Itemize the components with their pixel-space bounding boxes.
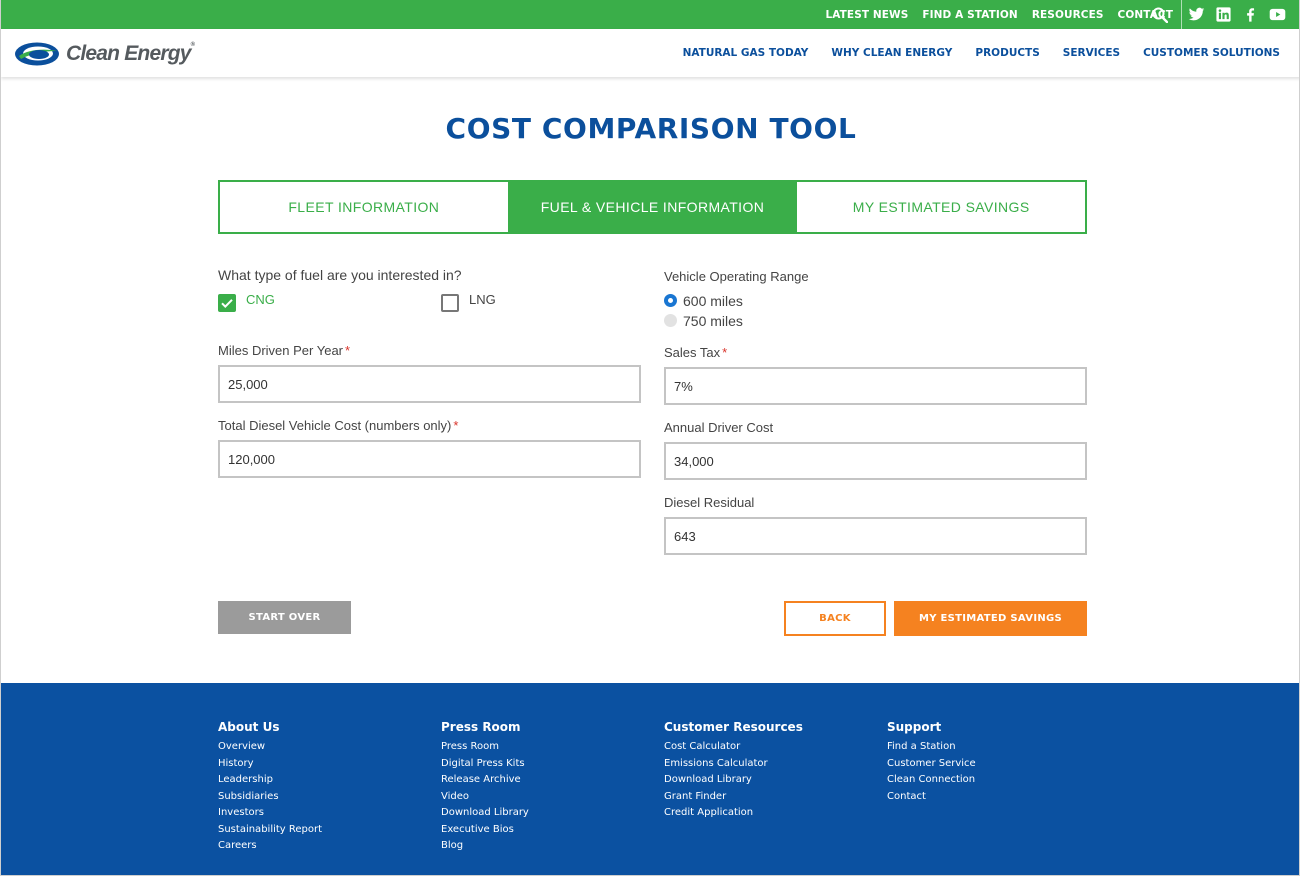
footer-link[interactable]: History <box>218 756 322 773</box>
page: LATEST NEWS FIND A STATION RESOURCES CON… <box>0 0 1300 876</box>
site-footer: About Us Overview History Leadership Sub… <box>1 683 1299 875</box>
cng-label: CNG <box>246 292 275 307</box>
range-750-radio[interactable] <box>664 314 677 327</box>
fuel-type-question: What type of fuel are you interested in? <box>218 267 462 283</box>
driver-cost-label: Annual Driver Cost <box>664 420 774 435</box>
nav-products[interactable]: PRODUCTS <box>975 47 1039 59</box>
range-600-radio[interactable] <box>664 294 677 307</box>
main-nav: NATURAL GAS TODAY WHY CLEAN ENERGY PRODU… <box>660 29 1280 77</box>
checkmark-icon <box>221 299 233 309</box>
footer-link[interactable]: Contact <box>887 789 976 806</box>
footer-col-support: Support Find a Station Customer Service … <box>887 720 976 805</box>
find-a-station-link[interactable]: FIND A STATION <box>922 9 1017 21</box>
utility-links: LATEST NEWS FIND A STATION RESOURCES CON… <box>811 0 1173 29</box>
range-600-label: 600 miles <box>683 293 743 309</box>
operating-range-label: Vehicle Operating Range <box>664 269 809 284</box>
utility-bar: LATEST NEWS FIND A STATION RESOURCES CON… <box>1 0 1299 29</box>
footer-heading-customer-resources: Customer Resources <box>664 720 803 734</box>
my-estimated-savings-button[interactable]: MY ESTIMATED SAVINGS <box>894 601 1087 636</box>
latest-news-link[interactable]: LATEST NEWS <box>825 9 908 21</box>
footer-link[interactable]: Blog <box>441 838 529 855</box>
footer-link[interactable]: Overview <box>218 739 322 756</box>
footer-col-press: Press Room Press Room Digital Press Kits… <box>441 720 529 855</box>
logo-text: Clean Energy® <box>66 42 195 65</box>
footer-link[interactable]: Emissions Calculator <box>664 756 803 773</box>
step-tabs: FLEET INFORMATION FUEL & VEHICLE INFORMA… <box>218 180 1087 234</box>
lng-checkbox[interactable] <box>441 294 459 312</box>
diesel-vehicle-cost-input[interactable] <box>218 440 641 478</box>
miles-driven-label: Miles Driven Per Year * <box>218 343 351 358</box>
footer-link[interactable]: Leadership <box>218 772 322 789</box>
diesel-residual-label: Diesel Residual <box>664 495 755 510</box>
cng-checkbox[interactable] <box>218 294 236 312</box>
footer-link[interactable]: Find a Station <box>887 739 976 756</box>
footer-link[interactable]: Download Library <box>441 805 529 822</box>
nav-customer-solutions[interactable]: CUSTOMER SOLUTIONS <box>1143 47 1280 59</box>
footer-link[interactable]: Download Library <box>664 772 803 789</box>
footer-link[interactable]: Cost Calculator <box>664 739 803 756</box>
footer-col-about: About Us Overview History Leadership Sub… <box>218 720 322 855</box>
diesel-vehicle-cost-label: Total Diesel Vehicle Cost (numbers only)… <box>218 418 459 433</box>
footer-link[interactable]: Clean Connection <box>887 772 976 789</box>
clean-energy-logo[interactable]: Clean Energy® <box>13 41 195 67</box>
tab-fuel-vehicle-information[interactable]: FUEL & VEHICLE INFORMATION <box>507 182 797 232</box>
resources-link[interactable]: RESOURCES <box>1032 9 1104 21</box>
social-links <box>1188 6 1286 23</box>
facebook-icon[interactable] <box>1242 6 1259 23</box>
nav-services[interactable]: SERVICES <box>1063 47 1120 59</box>
search-icon[interactable] <box>1152 7 1169 24</box>
diesel-residual-input[interactable] <box>664 517 1087 555</box>
youtube-icon[interactable] <box>1269 6 1286 23</box>
start-over-button[interactable]: START OVER <box>218 601 351 634</box>
page-title: COST COMPARISON TOOL <box>445 112 857 145</box>
lng-label: LNG <box>469 292 496 307</box>
footer-link[interactable]: Release Archive <box>441 772 529 789</box>
miles-driven-input[interactable] <box>218 365 641 403</box>
footer-link[interactable]: Press Room <box>441 739 529 756</box>
sales-tax-label: Sales Tax * <box>664 345 728 360</box>
footer-link[interactable]: Executive Bios <box>441 822 529 839</box>
footer-link[interactable]: Investors <box>218 805 322 822</box>
nav-why-clean-energy[interactable]: WHY CLEAN ENERGY <box>831 47 952 59</box>
footer-link[interactable]: Video <box>441 789 529 806</box>
twitter-icon[interactable] <box>1188 6 1205 23</box>
footer-heading-press: Press Room <box>441 720 521 734</box>
footer-link[interactable]: Subsidiaries <box>218 789 322 806</box>
footer-col-customer-resources: Customer Resources Cost Calculator Emiss… <box>664 720 803 822</box>
tab-fleet-information[interactable]: FLEET INFORMATION <box>220 182 508 232</box>
tab-my-estimated-savings[interactable]: MY ESTIMATED SAVINGS <box>796 182 1085 232</box>
footer-link[interactable]: Grant Finder <box>664 789 803 806</box>
driver-cost-input[interactable] <box>664 442 1087 480</box>
footer-heading-support: Support <box>887 720 942 734</box>
footer-heading-about: About Us <box>218 720 280 734</box>
back-button[interactable]: BACK <box>784 601 886 636</box>
footer-link[interactable]: Sustainability Report <box>218 822 322 839</box>
nav-natural-gas-today[interactable]: NATURAL GAS TODAY <box>683 47 809 59</box>
range-750-label: 750 miles <box>683 313 743 329</box>
footer-link[interactable]: Careers <box>218 838 322 855</box>
site-header: Clean Energy® NATURAL GAS TODAY WHY CLEA… <box>1 29 1299 77</box>
logo-swoosh-icon <box>15 42 59 66</box>
linkedin-icon[interactable] <box>1215 6 1232 23</box>
footer-link[interactable]: Customer Service <box>887 756 976 773</box>
utility-divider <box>1181 0 1182 29</box>
sales-tax-input[interactable] <box>664 367 1087 405</box>
footer-link[interactable]: Digital Press Kits <box>441 756 529 773</box>
footer-link[interactable]: Credit Application <box>664 805 803 822</box>
